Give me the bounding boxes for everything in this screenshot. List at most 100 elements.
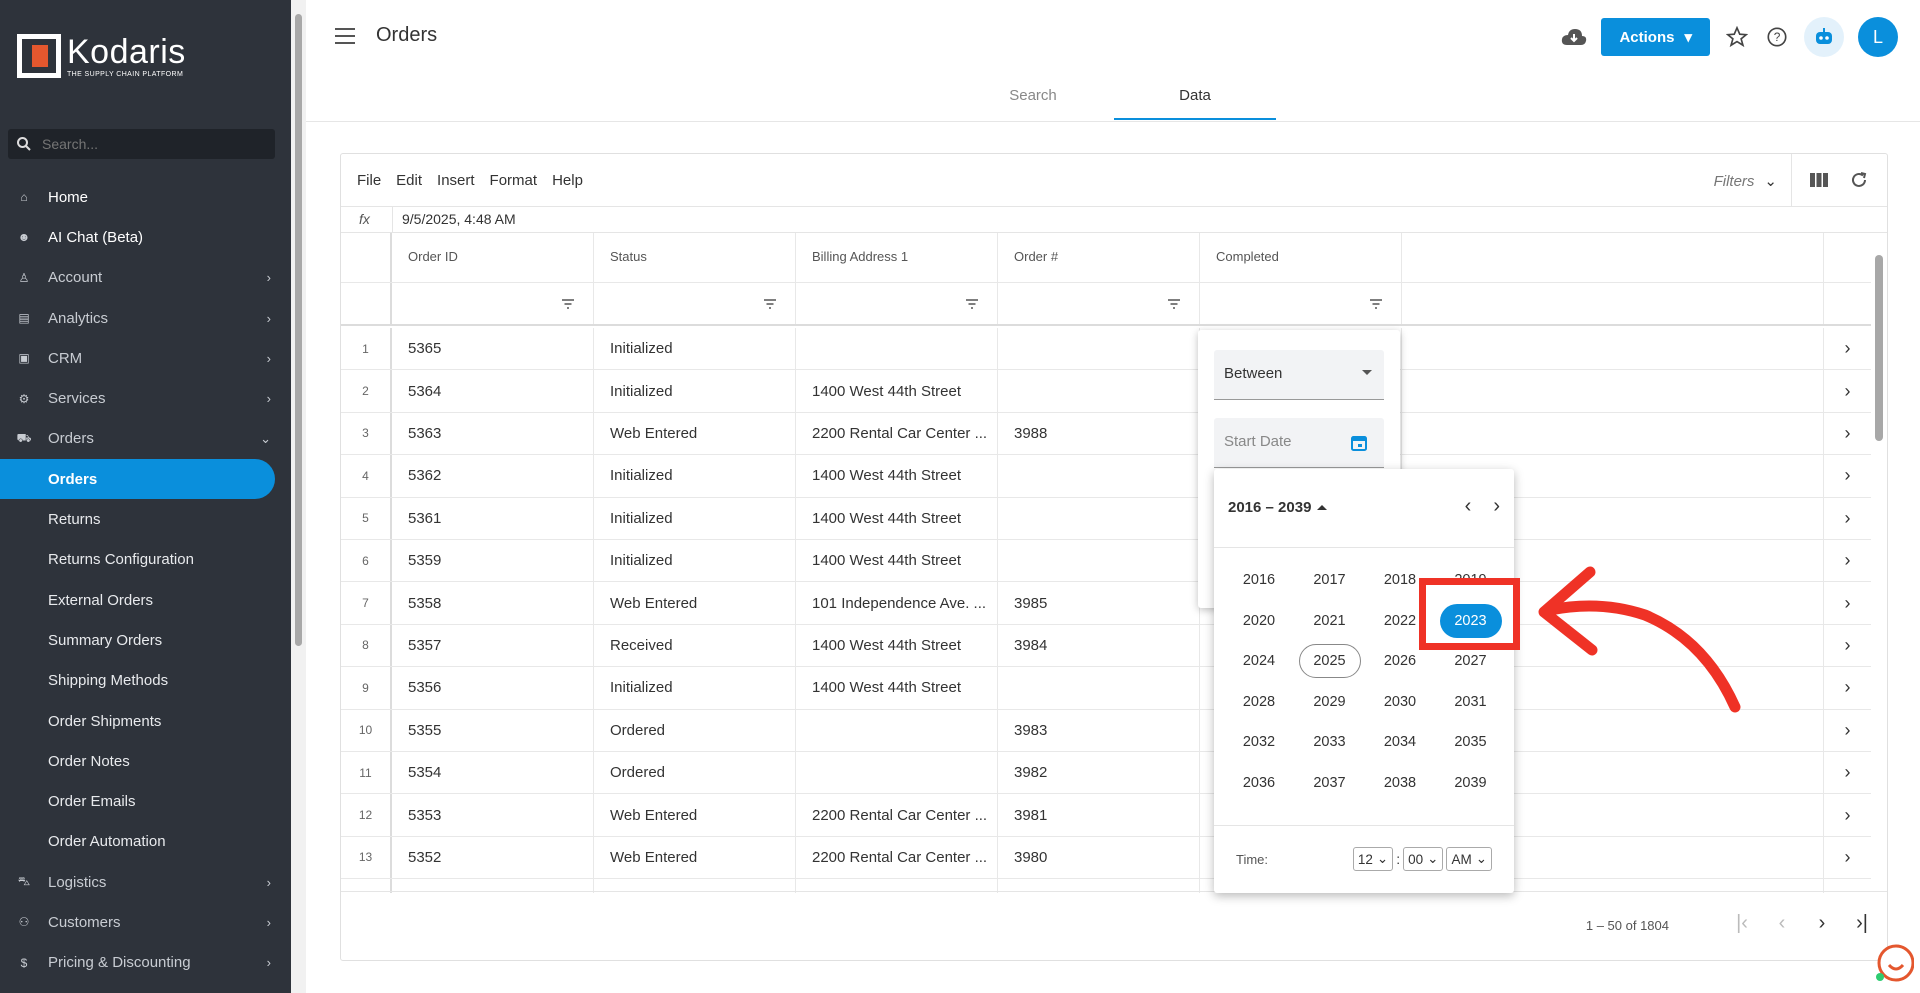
cell-billing-address[interactable]: 2200 Rental Car Center ... (796, 794, 998, 836)
row-number[interactable]: 5 (341, 497, 392, 539)
table-row[interactable]: 1 5365 Initialized › (341, 328, 1871, 371)
chevron-left-icon[interactable]: ‹ (1465, 495, 1472, 518)
year-option-2030[interactable]: 2030 (1369, 685, 1431, 719)
sidebar-item-analytics[interactable]: ▤ Analytics › (0, 298, 291, 338)
sidebar-sub-orders[interactable]: Orders (0, 459, 275, 500)
row-number[interactable]: 9 (341, 667, 392, 709)
year-option-2017[interactable]: 2017 (1299, 563, 1361, 597)
year-option-2024[interactable]: 2024 (1228, 644, 1290, 678)
cell-status[interactable]: Initialized (594, 497, 796, 539)
cell-billing-address[interactable]: 2200 Rental Car Center ... (796, 836, 998, 879)
sidebar-sub-returns-configuration[interactable]: Returns Configuration (0, 540, 291, 580)
cell-billing-address[interactable] (796, 328, 998, 370)
row-number[interactable]: 6 (341, 540, 392, 582)
kodaris-logo[interactable]: Kodaris THE SUPPLY CHAIN PLATFORM (17, 34, 186, 78)
year-option-2036[interactable]: 2036 (1228, 766, 1290, 800)
row-open-chevron-icon[interactable]: › (1823, 412, 1871, 455)
menu-insert[interactable]: Insert (437, 172, 475, 189)
sidebar-item-logistics[interactable]: ⛍ Logistics › (0, 862, 291, 902)
year-option-2021[interactable]: 2021 (1299, 604, 1361, 638)
row-number[interactable]: 12 (341, 794, 392, 836)
year-option-2031[interactable]: 2031 (1440, 685, 1502, 719)
row-open-chevron-icon[interactable]: › (1823, 582, 1871, 624)
row-open-chevron-icon[interactable]: › (1823, 624, 1871, 667)
sidebar-sub-summary-orders[interactable]: Summary Orders (0, 620, 291, 660)
start-date-field[interactable]: Start Date (1214, 418, 1384, 468)
cell-order-number[interactable]: 3982 (998, 752, 1200, 794)
filter-operator-select[interactable]: Between (1214, 350, 1384, 400)
sidebar-item-home[interactable]: ⌂ Home (0, 177, 291, 217)
year-option-2039[interactable]: 2039 (1440, 766, 1502, 800)
sidebar-sub-order-shipments[interactable]: Order Shipments (0, 701, 291, 741)
table-row[interactable]: 13 5352 Web Entered 2200 Rental Car Center … (341, 836, 1871, 880)
next-page-icon[interactable]: › (1813, 912, 1831, 935)
cell-status[interactable]: Ordered (594, 752, 796, 794)
menu-edit[interactable]: Edit (396, 172, 422, 189)
menu-icon[interactable] (335, 28, 355, 44)
row-open-chevron-icon[interactable]: › (1823, 540, 1871, 582)
sidebar-item-crm[interactable]: ▣ CRM › (0, 338, 291, 378)
cell-order-number[interactable] (998, 497, 1200, 539)
cell-order-id[interactable]: 5357 (392, 624, 594, 667)
row-open-chevron-icon[interactable]: › (1823, 497, 1871, 539)
sidebar-item-ai-chat[interactable]: ☻ AI Chat (Beta) (0, 217, 291, 257)
cell-order-number[interactable]: 3981 (998, 794, 1200, 836)
year-option-2034[interactable]: 2034 (1369, 725, 1431, 759)
cell-status[interactable]: Web Entered (594, 412, 796, 455)
cell-order-id[interactable]: 5363 (392, 412, 594, 455)
table-row[interactable]: 12 5353 Web Entered 2200 Rental Car Center … (341, 794, 1871, 837)
cell-status[interactable]: Ordered (594, 709, 796, 751)
row-number[interactable]: 10 (341, 709, 392, 751)
row-open-chevron-icon[interactable]: › (1823, 794, 1871, 836)
cell-status[interactable]: Initialized (594, 667, 796, 709)
year-range-toggle[interactable]: 2016 – 2039 (1228, 499, 1328, 516)
cell-order-id[interactable]: 5355 (392, 709, 594, 751)
ampm-select[interactable]: AM ⌄ (1446, 847, 1492, 871)
row-number[interactable]: 1 (341, 328, 392, 370)
column-header-billing-address[interactable]: Billing Address 1 (796, 233, 998, 282)
cell-billing-address[interactable] (796, 709, 998, 751)
sidebar-sub-shipping-methods[interactable]: Shipping Methods (0, 661, 291, 701)
cell-order-number[interactable] (998, 540, 1200, 582)
row-open-chevron-icon[interactable]: › (1823, 328, 1871, 370)
column-header-order-id[interactable]: Order ID (392, 233, 594, 282)
cell-order-number[interactable]: 3985 (998, 582, 1200, 624)
year-option-2037[interactable]: 2037 (1299, 766, 1361, 800)
table-row[interactable]: 4 5362 Initialized 1400 West 44th Street › (341, 455, 1871, 498)
cell-status[interactable]: Initialized (594, 370, 796, 412)
cell-order-id[interactable]: 5358 (392, 582, 594, 624)
sidebar-scrollbar[interactable] (291, 0, 306, 993)
row-number[interactable]: 4 (341, 455, 392, 497)
cell-order-id[interactable]: 5365 (392, 328, 594, 370)
filter-icon[interactable] (594, 283, 796, 324)
cell-status[interactable]: Web Entered (594, 836, 796, 879)
sidebar-sub-order-notes[interactable]: Order Notes (0, 741, 291, 781)
cell-billing-address[interactable]: 1400 West 44th Street (796, 540, 998, 582)
row-open-chevron-icon[interactable]: › (1823, 836, 1871, 879)
sidebar-sub-returns[interactable]: Returns (0, 499, 291, 539)
cell-status[interactable]: Web Entered (594, 794, 796, 836)
tab-search[interactable]: Search (952, 78, 1114, 120)
cell-billing-address[interactable]: 2200 Rental Car Center ... (796, 412, 998, 455)
filter-icon[interactable] (392, 283, 594, 324)
avatar[interactable]: L (1858, 17, 1898, 57)
first-page-icon[interactable]: |‹ (1733, 912, 1751, 935)
row-number[interactable]: 3 (341, 412, 392, 455)
cell-order-id[interactable]: 5361 (392, 497, 594, 539)
cell-order-id[interactable]: 5353 (392, 794, 594, 836)
grid-scrollbar[interactable] (1871, 233, 1887, 893)
year-option-2038[interactable]: 2038 (1369, 766, 1431, 800)
cell-order-id[interactable]: 5354 (392, 752, 594, 794)
row-number[interactable]: 11 (341, 752, 392, 794)
cell-order-id[interactable]: 5364 (392, 370, 594, 412)
row-open-chevron-icon[interactable]: › (1823, 667, 1871, 709)
cell-billing-address[interactable]: 1400 West 44th Street (796, 667, 998, 709)
prev-page-icon[interactable]: ‹ (1773, 912, 1791, 935)
year-option-2033[interactable]: 2033 (1299, 725, 1361, 759)
menu-format[interactable]: Format (490, 172, 538, 189)
cell-order-number[interactable] (998, 455, 1200, 497)
row-number[interactable]: 7 (341, 582, 392, 624)
sidebar-item-pricing[interactable]: $ Pricing & Discounting › (0, 943, 291, 983)
column-header-status[interactable]: Status (594, 233, 796, 282)
sidebar-search[interactable] (8, 129, 275, 159)
